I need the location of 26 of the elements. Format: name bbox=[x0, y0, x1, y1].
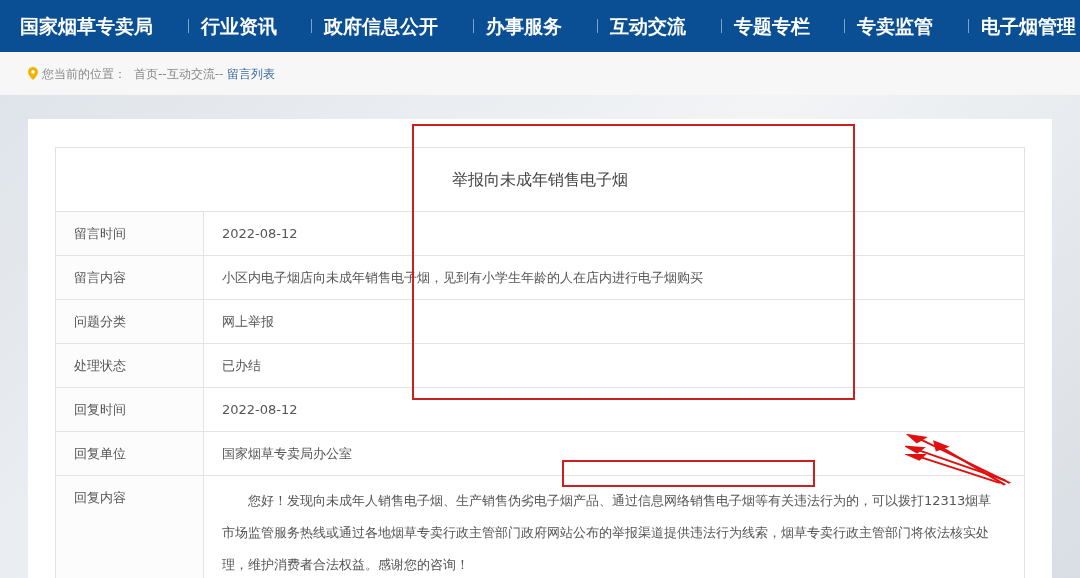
nav-link[interactable]: 电子烟管理 bbox=[980, 11, 1076, 41]
field-value: 2022-08-12 bbox=[222, 401, 299, 419]
breadcrumb-label: 您当前的位置： bbox=[42, 65, 126, 83]
message-title: 举报向未成年销售电子烟 bbox=[452, 168, 628, 191]
nav-link[interactable]: 专卖监管 bbox=[857, 11, 934, 41]
location-pin-icon bbox=[28, 67, 38, 80]
field-label: 留言时间 bbox=[74, 225, 126, 243]
field-label: 问题分类 bbox=[74, 313, 126, 331]
nav-link[interactable]: 互动交流 bbox=[609, 11, 686, 41]
nav-link[interactable]: 专题专栏 bbox=[733, 11, 810, 41]
nav-link[interactable]: 行业资讯 bbox=[200, 11, 277, 41]
field-label: 回复内容 bbox=[74, 489, 126, 507]
field-value: 2022-08-12 bbox=[222, 225, 299, 243]
field-value: 已办结 bbox=[222, 357, 262, 375]
nav-link[interactable]: 国家烟草专卖局 bbox=[20, 11, 153, 41]
breadcrumb-current[interactable]: 留言列表 bbox=[227, 64, 276, 83]
field-label: 回复单位 bbox=[74, 445, 126, 463]
field-label: 回复时间 bbox=[74, 401, 126, 419]
breadcrumb-link[interactable]: 首页--互动交流-- bbox=[134, 64, 224, 83]
nav-link[interactable]: 办事服务 bbox=[486, 11, 563, 41]
field-label: 留言内容 bbox=[74, 269, 126, 287]
field-value: 国家烟草专卖局办公室 bbox=[222, 445, 353, 463]
field-label: 处理状态 bbox=[74, 357, 126, 375]
field-value: 网上举报 bbox=[222, 313, 275, 331]
nav-link[interactable]: 政府信息公开 bbox=[324, 11, 439, 41]
field-value: 您好！发现向未成年人销售电子烟、生产销售伪劣电子烟产品、通过信息网络销售电子烟等有关违法行为的，可以拨打12313烟草市场监管服务热线或通过各地烟草专卖行政主管部门政府网站公布的举报渠道提供违法行为线索，烟草专卖行政主管部门将依法核实处理，维护消费者合法权益。感谢您的咨询！ bbox=[222, 492, 993, 574]
